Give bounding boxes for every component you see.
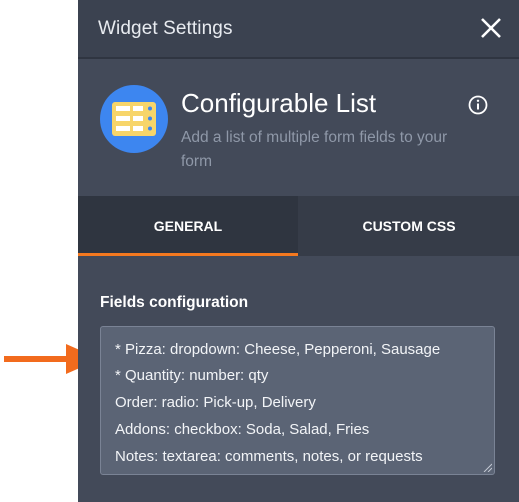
tab-custom-css-label: CUSTOM CSS [362,218,456,234]
tab-general-label: GENERAL [153,218,223,234]
config-line: * Quantity: number: qty [115,367,269,384]
panel-header: Widget Settings [78,0,519,59]
config-line: * Pizza: dropdown: Cheese, Pepperoni, Sa… [115,341,441,358]
fields-configuration-label: Fields configuration [100,294,249,311]
fields-configuration-textarea[interactable]: * Pizza: dropdown: Cheese, Pepperoni, Sa… [100,326,495,475]
widget-settings-panel: Widget Settings Configurable List Add a … [78,0,519,502]
resize-handle-icon[interactable] [482,462,492,472]
settings-tabs: GENERAL CUSTOM CSS [78,196,519,256]
config-line: Order: radio: Pick-up, Delivery [115,394,316,411]
tab-general[interactable]: GENERAL [78,196,298,256]
configurable-list-icon [100,85,168,153]
config-line: Notes: textarea: comments, notes, or req… [115,448,423,465]
widget-name: Configurable List [181,88,377,118]
config-line: Addons: checkbox: Soda, Salad, Fries [115,421,370,438]
close-icon[interactable] [478,15,504,41]
info-icon[interactable] [468,95,488,115]
panel-title: Widget Settings [98,18,233,39]
widget-description: Add a list of multiple form fields to yo… [181,129,448,170]
widget-header: Configurable List Add a list of multiple… [78,59,519,196]
tab-custom-css[interactable]: CUSTOM CSS [299,196,519,256]
